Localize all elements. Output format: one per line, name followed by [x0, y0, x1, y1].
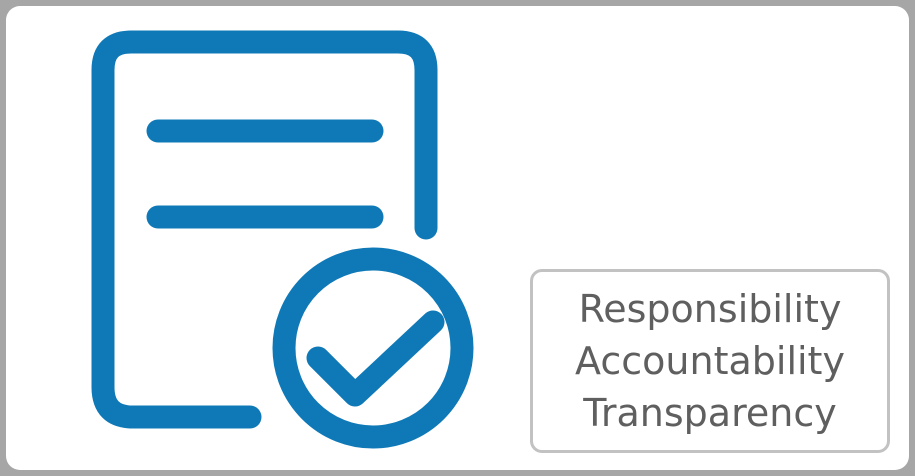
checkmark-icon: [306, 310, 445, 407]
label-accountability: Accountability: [575, 339, 845, 383]
values-label-box: Responsibility Accountability Transparen…: [530, 269, 890, 453]
outer-frame: Responsibility Accountability Transparen…: [0, 0, 915, 476]
check-circle-icon: [272, 247, 474, 449]
label-responsibility: Responsibility: [578, 287, 842, 331]
label-transparency: Transparency: [583, 391, 837, 435]
